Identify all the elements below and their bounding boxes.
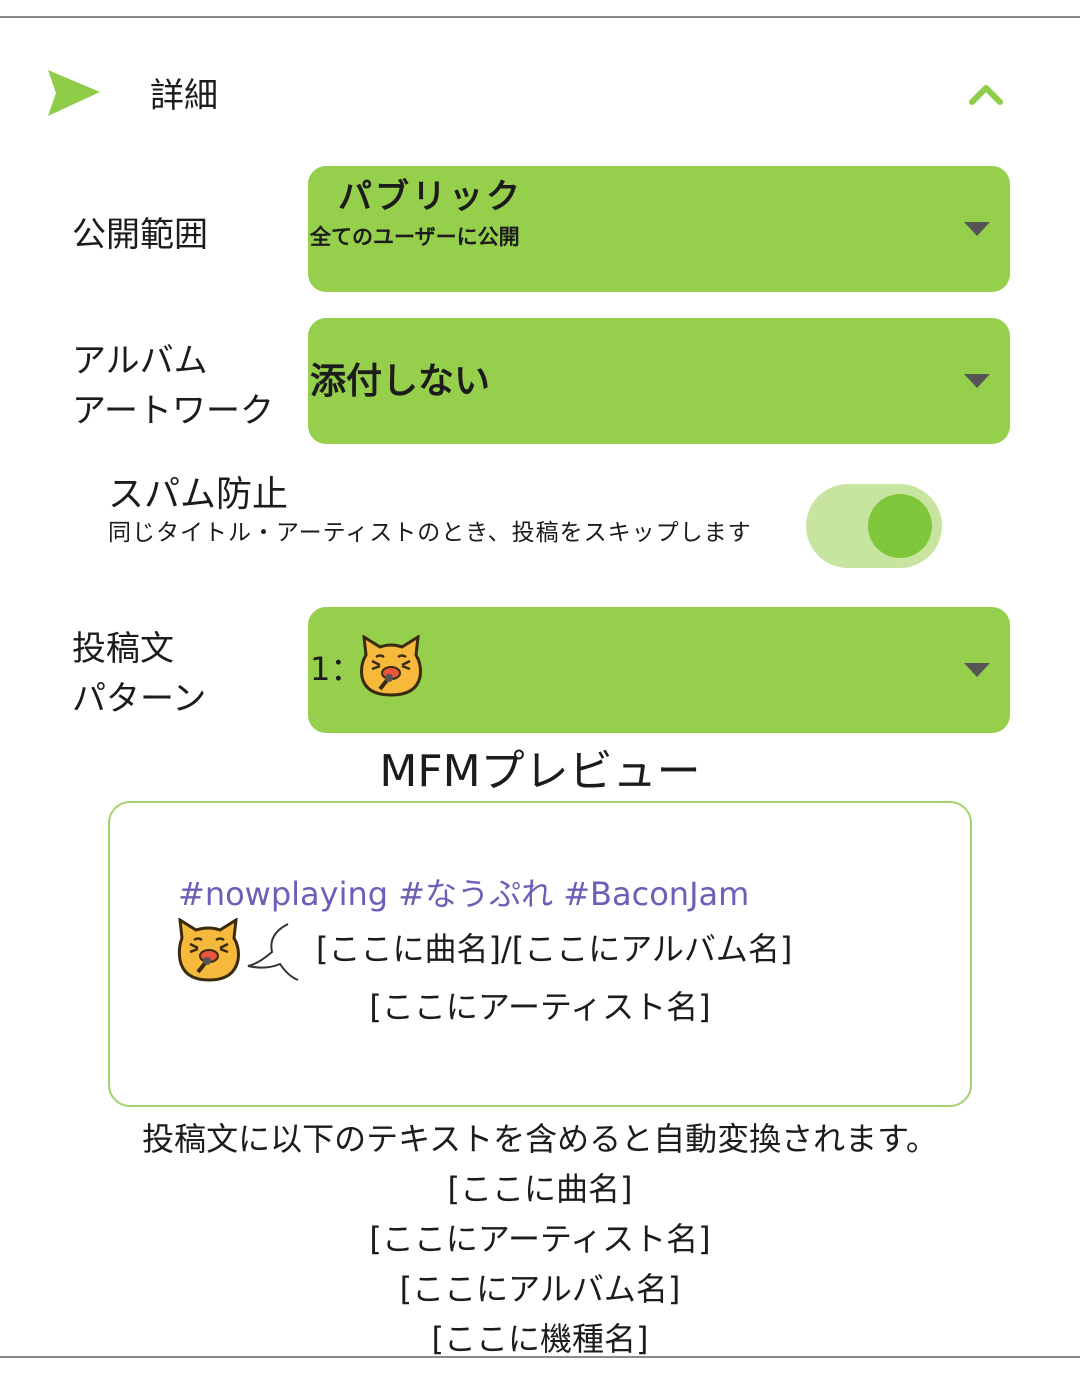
visibility-value: パブリック [338, 177, 523, 217]
toggle-knob [868, 494, 932, 558]
singing-cat-emoji-icon [360, 635, 422, 697]
chevron-up-icon[interactable] [962, 70, 1010, 118]
album-artwork-label-line2: アートワーク [72, 391, 274, 431]
preview-line2: [ここにアーティスト名] [369, 988, 711, 1026]
mfm-preview-title: MFMプレビュー [379, 746, 701, 797]
post-pattern-label-line2: パターン [72, 679, 207, 719]
placeholder-song: [ここに曲名] [447, 1170, 633, 1208]
section-title: 詳細 [150, 76, 218, 116]
dropdown-arrow-icon [964, 374, 990, 388]
visibility-label: 公開範囲 [72, 215, 208, 255]
auto-convert-help: 投稿文に以下のテキストを含めると自動変換されます。 [ここに曲名] [ここにアー… [0, 1114, 1080, 1364]
post-pattern-value: 1： [310, 650, 363, 688]
send-icon [48, 70, 100, 116]
spam-prevention-description: 同じタイトル・アーティストのとき、投稿をスキップします [108, 520, 752, 546]
post-pattern-dropdown[interactable]: 1： [308, 607, 1010, 733]
spam-prevention-title: スパム防止 [108, 474, 289, 515]
album-artwork-value: 添付しない [310, 361, 491, 402]
bottom-divider [0, 1356, 1080, 1358]
visibility-dropdown[interactable]: パブリック 全てのユーザーに公開 [308, 166, 1010, 292]
album-artwork-label-line1: アルバム [72, 341, 208, 381]
post-pattern-label-line1: 投稿文 [72, 629, 174, 669]
help-intro: 投稿文に以下のテキストを含めると自動変換されます。 [142, 1120, 938, 1158]
placeholder-album: [ここにアルバム名] [399, 1270, 681, 1308]
top-divider [0, 16, 1080, 18]
preview-line1: [ここに曲名]/[ここにアルバム名] [316, 930, 793, 968]
dropdown-arrow-icon [964, 222, 990, 236]
dropdown-arrow-icon [964, 663, 990, 677]
placeholder-artist: [ここにアーティスト名] [369, 1220, 711, 1258]
singing-cat-speech-icon [177, 918, 299, 982]
spam-prevention-toggle[interactable] [806, 484, 942, 568]
album-artwork-dropdown[interactable]: 添付しない [308, 318, 1010, 444]
preview-hashtags: #nowplaying #なうぷれ #BaconJam [178, 875, 750, 913]
visibility-description: 全てのユーザーに公開 [310, 225, 520, 249]
